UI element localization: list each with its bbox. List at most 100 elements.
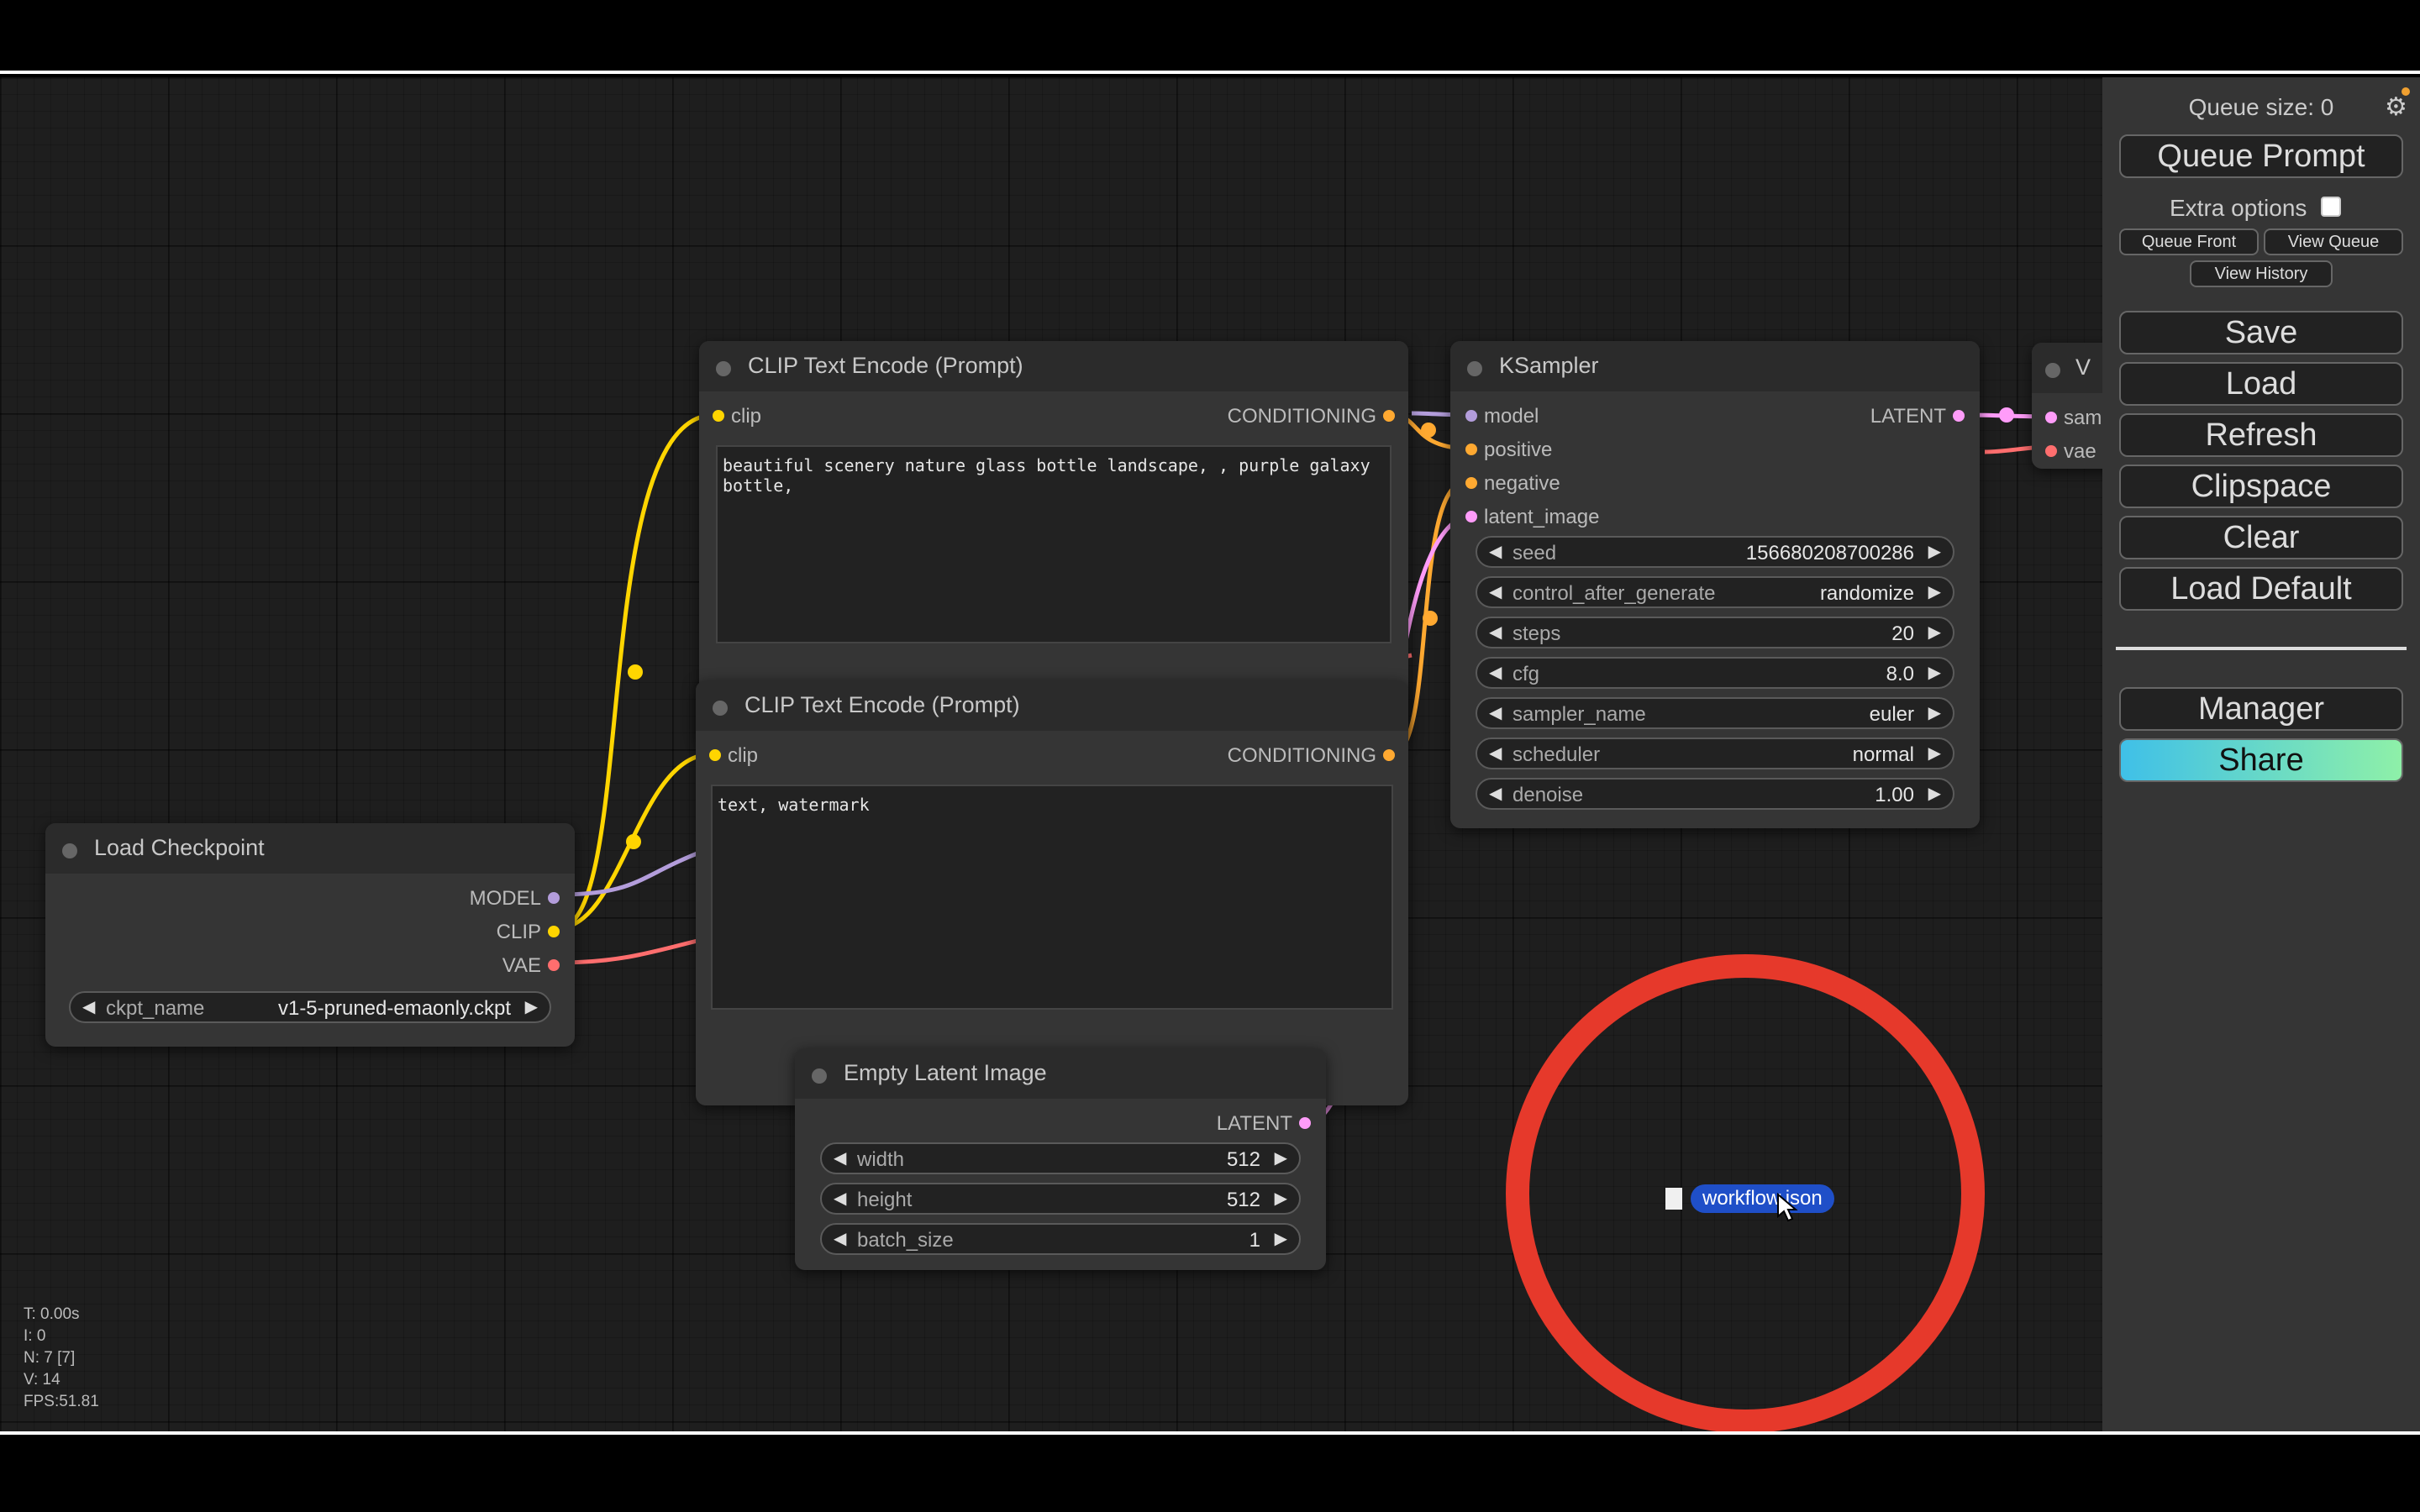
output-slot-conditioning[interactable]: CONDITIONING: [1228, 744, 1395, 768]
input-slot-clip[interactable]: clip: [709, 744, 758, 768]
dragged-file-label[interactable]: workflow.json: [1691, 1184, 1834, 1213]
increment-arrow-icon[interactable]: ▶: [1928, 541, 1941, 562]
input-slot-vae[interactable]: vae: [2045, 440, 2096, 464]
decrement-arrow-icon[interactable]: ◀: [1489, 702, 1502, 723]
vae-input-pin[interactable]: [2045, 445, 2057, 457]
share-button[interactable]: Share: [2119, 738, 2403, 782]
input-slot-latent-image[interactable]: latent_image: [1465, 506, 1599, 529]
node-header[interactable]: Empty Latent Image: [795, 1048, 1326, 1099]
node-header[interactable]: Load Checkpoint: [45, 823, 575, 874]
decrement-arrow-icon[interactable]: ◀: [1489, 541, 1502, 562]
widget-seed[interactable]: ◀ seed 156680208700286 ▶: [1476, 536, 1954, 568]
conditioning-output-pin[interactable]: [1383, 410, 1395, 422]
model-output-pin[interactable]: [548, 892, 560, 904]
widget-batch-size[interactable]: ◀ batch_size 1 ▶: [820, 1223, 1301, 1255]
input-slot-clip[interactable]: clip: [713, 405, 761, 428]
node-collapse-dot[interactable]: [2045, 363, 2060, 378]
samples-input-pin[interactable]: [2045, 412, 2057, 423]
positive-input-pin[interactable]: [1465, 444, 1477, 455]
clear-button[interactable]: Clear: [2119, 516, 2403, 559]
input-slot-model[interactable]: model: [1465, 405, 1539, 428]
queue-front-button[interactable]: Queue Front: [2119, 228, 2259, 255]
output-slot-latent[interactable]: LATENT: [1217, 1112, 1311, 1136]
increment-arrow-icon[interactable]: ▶: [1928, 581, 1941, 602]
input-slot-positive[interactable]: positive: [1465, 438, 1552, 462]
output-slot-latent[interactable]: LATENT: [1870, 405, 1965, 428]
widget-height[interactable]: ◀ height 512 ▶: [820, 1183, 1301, 1215]
increment-arrow-icon[interactable]: ▶: [1928, 783, 1941, 804]
decrement-arrow-icon[interactable]: ◀: [834, 1228, 846, 1249]
empty-latent-image-node[interactable]: Empty Latent Image LATENT ◀ width 512 ▶ …: [795, 1048, 1326, 1270]
decrement-arrow-icon[interactable]: ◀: [1489, 581, 1502, 602]
latent-input-pin[interactable]: [1465, 511, 1477, 522]
increment-arrow-icon[interactable]: ▶: [1928, 702, 1941, 723]
vae-decode-node[interactable]: V sam vae: [2032, 343, 2102, 469]
node-collapse-dot[interactable]: [713, 701, 728, 716]
widget-steps[interactable]: ◀ steps 20 ▶: [1476, 617, 1954, 648]
clip-text-encode-negative-node[interactable]: CLIP Text Encode (Prompt) clip CONDITION…: [696, 680, 1408, 1105]
refresh-button[interactable]: Refresh: [2119, 413, 2403, 457]
node-header[interactable]: V: [2032, 343, 2102, 393]
latent-output-pin[interactable]: [1953, 410, 1965, 422]
decrement-arrow-icon[interactable]: ◀: [1489, 743, 1502, 764]
prompt-text-area[interactable]: text, watermark: [711, 785, 1393, 1010]
increment-arrow-icon[interactable]: ▶: [1275, 1147, 1287, 1168]
decrement-arrow-icon[interactable]: ◀: [834, 1147, 846, 1168]
clip-output-pin[interactable]: [548, 926, 560, 937]
load-checkpoint-node[interactable]: Load Checkpoint MODEL CLIP VAE ◀ ckpt_na…: [45, 823, 575, 1047]
increment-arrow-icon[interactable]: ▶: [1928, 622, 1941, 643]
node-header[interactable]: CLIP Text Encode (Prompt): [696, 680, 1408, 731]
node-header[interactable]: CLIP Text Encode (Prompt): [699, 341, 1408, 391]
widget-width[interactable]: ◀ width 512 ▶: [820, 1142, 1301, 1174]
save-button[interactable]: Save: [2119, 311, 2403, 354]
decrement-arrow-icon[interactable]: ◀: [1489, 662, 1502, 683]
latent-output-pin[interactable]: [1299, 1117, 1311, 1129]
clip-input-pin[interactable]: [709, 749, 721, 761]
increment-arrow-icon[interactable]: ▶: [1928, 662, 1941, 683]
negative-input-pin[interactable]: [1465, 477, 1477, 489]
decrement-arrow-icon[interactable]: ◀: [834, 1188, 846, 1209]
graph-canvas[interactable]: CLIP Text Encode (Prompt) clip CONDITION…: [0, 77, 2102, 1431]
widget-value: 20: [1891, 622, 1914, 645]
load-default-button[interactable]: Load Default: [2119, 567, 2403, 611]
model-input-pin[interactable]: [1465, 410, 1477, 422]
view-history-button[interactable]: View History: [2190, 260, 2333, 287]
load-button[interactable]: Load: [2119, 362, 2403, 406]
settings-gear-icon[interactable]: ⚙: [2385, 92, 2407, 122]
increment-arrow-icon[interactable]: ▶: [1275, 1228, 1287, 1249]
manager-button[interactable]: Manager: [2119, 687, 2403, 731]
node-header[interactable]: KSampler: [1450, 341, 1980, 391]
ksampler-node[interactable]: KSampler model positive negative latent_…: [1450, 341, 1980, 828]
queue-prompt-button[interactable]: Queue Prompt: [2119, 134, 2403, 178]
widget-scheduler[interactable]: ◀ scheduler normal ▶: [1476, 738, 1954, 769]
clipspace-button[interactable]: Clipspace: [2119, 465, 2403, 508]
widget-denoise[interactable]: ◀ denoise 1.00 ▶: [1476, 778, 1954, 810]
input-slot-negative[interactable]: negative: [1465, 472, 1560, 496]
vae-output-pin[interactable]: [548, 959, 560, 971]
queue-size-label: Queue size: 0: [2188, 94, 2334, 120]
increment-arrow-icon[interactable]: ▶: [1275, 1188, 1287, 1209]
input-slot-samples[interactable]: sam: [2045, 407, 2102, 430]
widget-sampler-name[interactable]: ◀ sampler_name euler ▶: [1476, 697, 1954, 729]
output-slot-conditioning[interactable]: CONDITIONING: [1228, 405, 1395, 428]
extra-options-checkbox[interactable]: [2321, 197, 2341, 217]
decrement-arrow-icon[interactable]: ◀: [82, 996, 95, 1017]
widget-control-after-generate[interactable]: ◀ control_after_generate randomize ▶: [1476, 576, 1954, 608]
increment-arrow-icon[interactable]: ▶: [525, 996, 538, 1017]
clip-input-pin[interactable]: [713, 410, 724, 422]
widget-cfg[interactable]: ◀ cfg 8.0 ▶: [1476, 657, 1954, 689]
increment-arrow-icon[interactable]: ▶: [1928, 743, 1941, 764]
node-collapse-dot[interactable]: [62, 843, 77, 858]
widget-ckpt-name[interactable]: ◀ ckpt_name v1-5-pruned-emaonly.ckpt ▶: [69, 991, 551, 1023]
output-slot-clip[interactable]: CLIP: [497, 921, 560, 944]
output-slot-model[interactable]: MODEL: [470, 887, 560, 911]
node-collapse-dot[interactable]: [1467, 361, 1482, 376]
node-collapse-dot[interactable]: [716, 361, 731, 376]
decrement-arrow-icon[interactable]: ◀: [1489, 622, 1502, 643]
conditioning-output-pin[interactable]: [1383, 749, 1395, 761]
node-collapse-dot[interactable]: [812, 1068, 827, 1084]
view-queue-button[interactable]: View Queue: [2264, 228, 2403, 255]
prompt-text-area[interactable]: beautiful scenery nature glass bottle la…: [716, 445, 1392, 643]
output-slot-vae[interactable]: VAE: [502, 954, 560, 978]
decrement-arrow-icon[interactable]: ◀: [1489, 783, 1502, 804]
